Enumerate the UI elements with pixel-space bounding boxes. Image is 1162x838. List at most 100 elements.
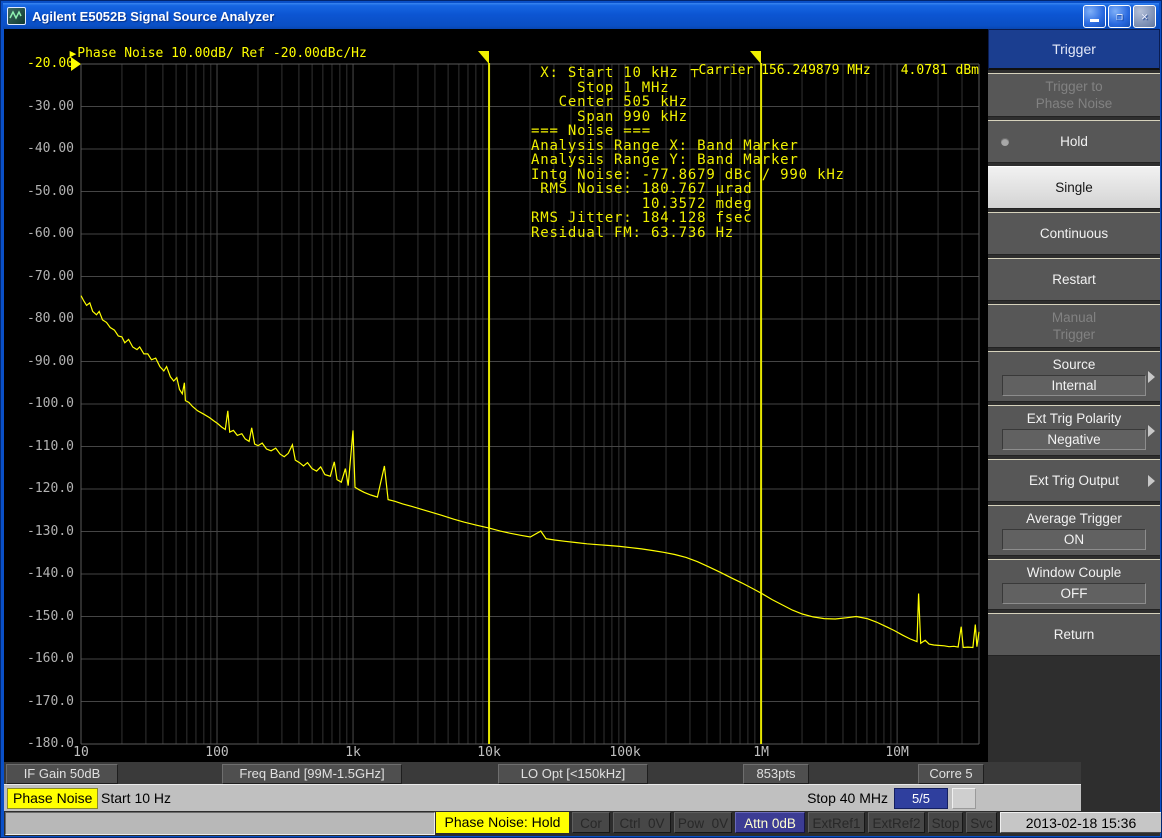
x-axis-label: 10k	[457, 745, 521, 760]
instrument-screen: ▶Phase Noise 10.00dB/ Ref -20.00dBc/Hz -…	[4, 29, 1160, 836]
y-axis-label: -120.0	[4, 481, 74, 496]
softkey-label: Continuous	[990, 225, 1158, 242]
softkey-label: Hold	[990, 133, 1158, 150]
close-button[interactable]: ✕	[1133, 5, 1156, 28]
softkey-label: Window Couple	[990, 564, 1158, 581]
y-axis-label: -70.00	[4, 269, 74, 284]
status-lo-opt-150khz: LO Opt [<150kHz]	[498, 764, 648, 784]
submenu-arrow-icon	[1148, 425, 1155, 437]
softkey-label: Trigger to	[990, 78, 1158, 95]
y-axis-label: -30.00	[4, 99, 74, 114]
y-axis-label: -160.0	[4, 651, 74, 666]
measurement-info-line: Intg Noise: -77.8679 dBc / 990 kHz	[531, 168, 845, 183]
window-titlebar: Agilent E5052B Signal Source Analyzer ❐ …	[3, 3, 1159, 29]
x-axis-label: 100	[185, 745, 249, 760]
y-axis-label: -80.00	[4, 311, 74, 326]
app-icon	[7, 7, 26, 25]
measurement-info-line: Span 990 kHz	[531, 110, 845, 125]
ext-trig-output-button[interactable]: Ext Trig Output	[988, 459, 1160, 502]
softkey-menu: Trigger Trigger toPhase Noise Hold Single C…	[988, 29, 1160, 811]
softkey-label: Restart	[990, 271, 1158, 288]
x-axis-label: 100k	[593, 745, 657, 760]
window-title: Agilent E5052B Signal Source Analyzer	[32, 9, 274, 24]
measurement-info-line: Analysis Range Y: Band Marker	[531, 153, 845, 168]
average-trigger-button[interactable]: Average Trigger ON	[988, 505, 1160, 556]
softkey-label: Ext Trig Polarity	[990, 410, 1158, 427]
submenu-arrow-icon	[1148, 475, 1155, 487]
y-axis-label: -150.0	[4, 609, 74, 624]
y-axis-label: -90.00	[4, 354, 74, 369]
status-ctrl-0v: Ctrl 0V	[613, 812, 671, 833]
softkey-label: Phase Noise	[990, 95, 1158, 112]
softkey-label: Manual	[990, 309, 1158, 326]
menu-title: Trigger	[988, 29, 1160, 70]
softkey-value: Negative	[1002, 429, 1146, 450]
instrument-status-bar: Phase Noise: HoldCorCtrl 0VPow 0VAttn 0d…	[4, 811, 1160, 836]
status-extref1: ExtRef1	[808, 812, 865, 833]
softkey-label: Average Trigger	[990, 510, 1158, 527]
status-row-sweep: Phase Noise Start 10 Hz Stop 40 MHz 5/5	[4, 784, 1081, 811]
restart-button[interactable]: Restart	[988, 258, 1160, 301]
softkey-label: Trigger	[990, 326, 1158, 343]
softkey-value: ON	[1002, 529, 1146, 550]
x-axis-label: 1k	[321, 745, 385, 760]
ext-trig-polarity-button[interactable]: Ext Trig Polarity Negative	[988, 405, 1160, 456]
measurement-info-line: RMS Jitter: 184.128 fsec	[531, 211, 845, 226]
y-axis-label: -100.0	[4, 396, 74, 411]
minimize-button[interactable]	[1083, 5, 1106, 28]
softkey-label: Return	[990, 626, 1158, 643]
measurement-info-line: Analysis Range X: Band Marker	[531, 139, 845, 154]
manual-trigger-button[interactable]: ManualTrigger	[988, 304, 1160, 348]
y-axis-label: -40.00	[4, 141, 74, 156]
sweep-start-label: Start 10 Hz	[101, 788, 171, 808]
measurement-info-line: === Noise ===	[531, 124, 845, 139]
window-couple-button[interactable]: Window Couple OFF	[988, 559, 1160, 610]
y-axis-label: -170.0	[4, 694, 74, 709]
x-axis-label: 10	[49, 745, 113, 760]
hold-button[interactable]: Hold	[988, 120, 1160, 163]
status-svc: Svc	[966, 812, 997, 833]
x-axis-label: 10M	[865, 745, 929, 760]
status-extref2: ExtRef2	[868, 812, 925, 833]
y-axis-label: -20.00	[4, 56, 74, 71]
softkey-value: OFF	[1002, 583, 1146, 604]
measurement-info-line: RMS Noise: 180.767 μrad	[531, 182, 845, 197]
single-button[interactable]: Single	[988, 166, 1160, 209]
sweep-stop-label: Stop 40 MHz	[704, 788, 888, 808]
x-axis-label: 1M	[729, 745, 793, 760]
measurement-info-line: Stop 1 MHz	[531, 81, 845, 96]
page-indicator[interactable]: 5/5	[894, 788, 948, 809]
restore-button[interactable]: ❐	[1108, 5, 1131, 28]
source-button[interactable]: SourceInternal	[988, 351, 1160, 402]
y-axis-label: -110.0	[4, 439, 74, 454]
carrier-power: 4.0781 dBm	[901, 63, 979, 78]
message-panel	[5, 812, 435, 835]
status-phase-noise-hold: Phase Noise: Hold	[436, 812, 569, 833]
measurement-info: X: Start 10 kHz Stop 1 MHz Center 505 kH…	[531, 66, 845, 240]
y-axis-label: -140.0	[4, 566, 74, 581]
status-row-settings: IF Gain 50dB Freq Band [99M-1.5GHz] LO Opt…	[4, 762, 1081, 784]
trigger-to-phase-noise-button[interactable]: Trigger toPhase Noise	[988, 73, 1160, 117]
measurement-info-line: Center 505 kHz	[531, 95, 845, 110]
status-pow-0v: Pow 0V	[674, 812, 732, 833]
measurement-mode-badge: Phase Noise	[7, 788, 98, 809]
band-marker-flag-icon[interactable]	[478, 51, 489, 64]
softkey-label: Single	[990, 179, 1158, 196]
continuous-button[interactable]: Continuous	[988, 212, 1160, 255]
status-2013-02-18-15-36: 2013-02-18 15:36	[1000, 812, 1162, 833]
measurement-info-line: 10.3572 mdeg	[531, 197, 845, 212]
phase-noise-chart-panel: ▶Phase Noise 10.00dB/ Ref -20.00dBc/Hz -…	[4, 29, 988, 762]
y-axis-label: -50.00	[4, 184, 74, 199]
status-freq-band-99m-1-5ghz: Freq Band [99M-1.5GHz]	[222, 764, 402, 784]
softkey-value: Internal	[1002, 375, 1146, 396]
application-window: Agilent E5052B Signal Source Analyzer ❐ …	[0, 0, 1162, 838]
y-axis-label: -130.0	[4, 524, 74, 539]
measurement-info-line: X: Start 10 kHz	[531, 66, 845, 81]
return-button[interactable]: Return	[988, 613, 1160, 656]
status-stop: Stop	[928, 812, 963, 833]
status-853pts: 853pts	[743, 764, 809, 784]
status-if-gain-50db: IF Gain 50dB	[6, 764, 118, 784]
softkey-label: Ext Trig Output	[990, 472, 1158, 489]
radio-indicator-icon	[1001, 138, 1009, 146]
measurement-info-line: Residual FM: 63.736 Hz	[531, 226, 845, 241]
